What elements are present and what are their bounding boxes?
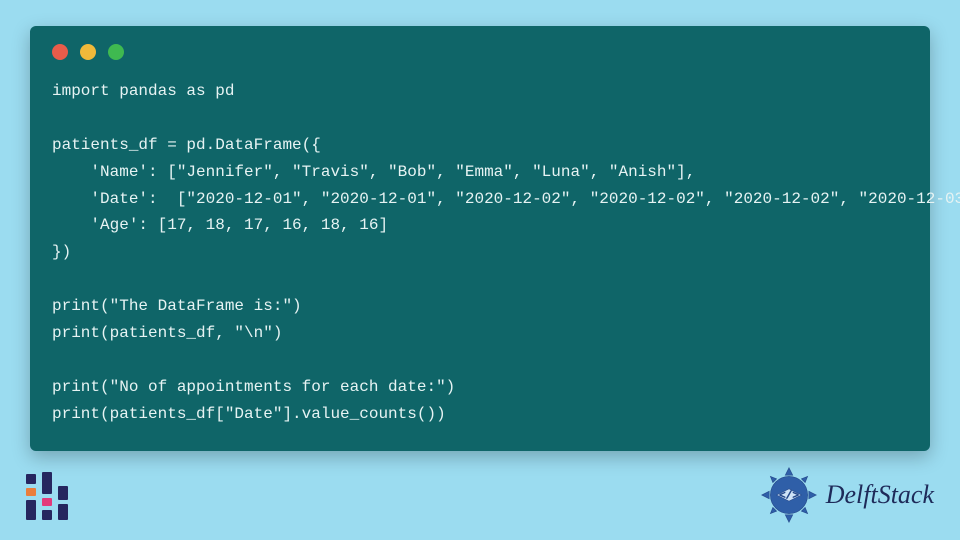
brand-logo: </> DelftStack (758, 464, 934, 526)
window-controls (52, 44, 908, 60)
brand-badge-icon: </> (758, 464, 820, 526)
close-icon (52, 44, 68, 60)
left-logo-icon (26, 474, 72, 520)
maximize-icon (108, 44, 124, 60)
code-window: import pandas as pd patients_df = pd.Dat… (30, 26, 930, 451)
minimize-icon (80, 44, 96, 60)
svg-text:</>: </> (779, 491, 799, 503)
brand-name: DelftStack (826, 480, 934, 510)
code-block: import pandas as pd patients_df = pd.Dat… (52, 78, 908, 427)
